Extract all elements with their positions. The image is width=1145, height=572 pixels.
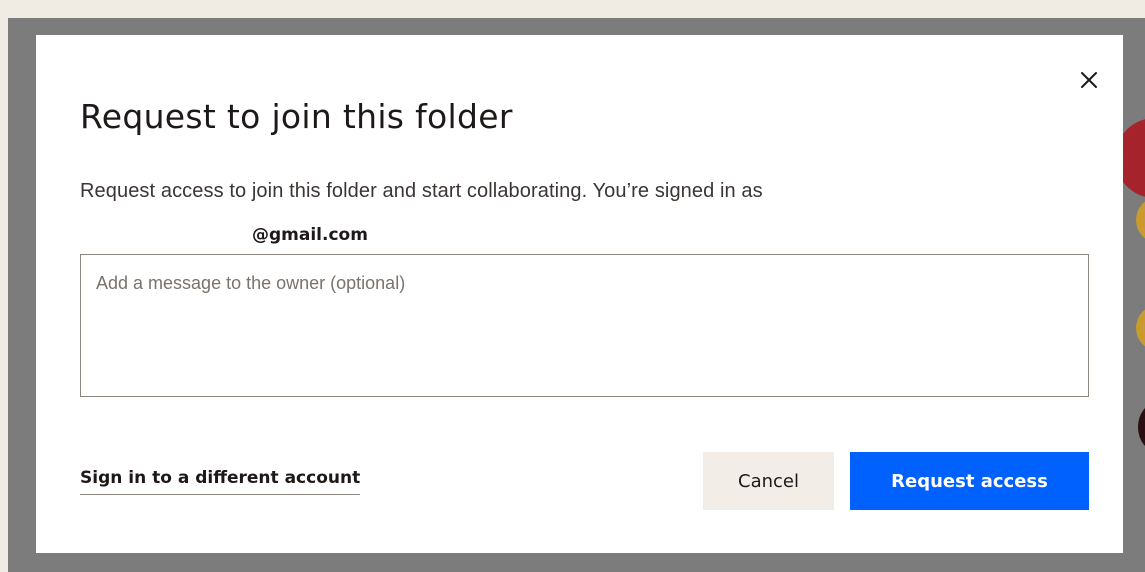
request-access-button[interactable]: Request access	[850, 452, 1089, 510]
close-icon	[1081, 72, 1097, 88]
cancel-button[interactable]: Cancel	[703, 452, 834, 510]
request-access-dialog: Request to join this folder Request acce…	[36, 35, 1123, 553]
signed-in-email: @gmail.com	[252, 225, 368, 245]
dialog-title: Request to join this folder	[80, 97, 513, 136]
close-button[interactable]	[1074, 65, 1104, 95]
sign-in-different-account-link[interactable]: Sign in to a different account	[80, 468, 361, 495]
owner-message-input[interactable]	[80, 254, 1089, 397]
dialog-description: Request access to join this folder and s…	[80, 180, 763, 202]
